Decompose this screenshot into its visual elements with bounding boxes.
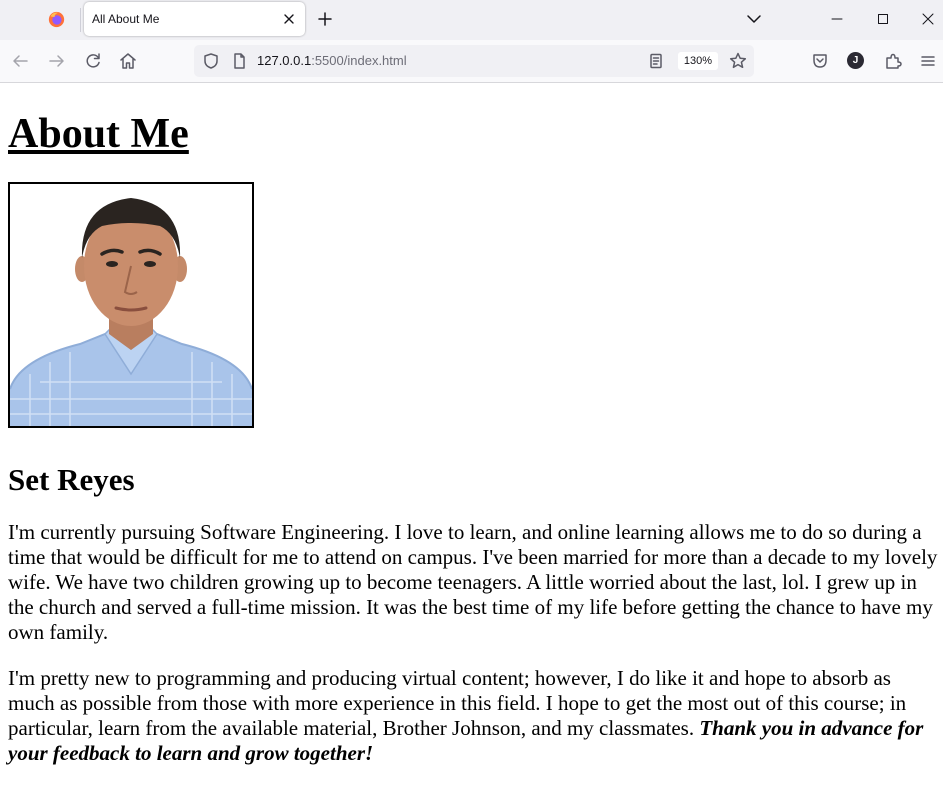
url-path: :5500/index.html (311, 53, 407, 68)
maximize-icon[interactable] (872, 8, 894, 30)
tab-strip: All About Me (0, 0, 943, 40)
bio-paragraph-2: I'm pretty new to programming and produc… (8, 666, 941, 766)
shield-icon[interactable] (202, 52, 220, 70)
tab-separator (80, 8, 81, 32)
forward-arrow-icon[interactable] (46, 50, 68, 72)
tab-title: All About Me (92, 12, 160, 26)
plus-icon[interactable] (315, 9, 335, 29)
reload-icon[interactable] (82, 50, 104, 72)
url-host: 127.0.0.1 (257, 53, 312, 68)
menu-icon[interactable] (917, 50, 939, 72)
minimize-icon[interactable] (826, 8, 848, 30)
close-window-icon[interactable] (917, 8, 939, 30)
page-icon[interactable] (230, 52, 248, 70)
star-icon[interactable] (728, 51, 748, 71)
firefox-logo-icon[interactable] (48, 11, 65, 28)
extensions-icon[interactable] (882, 50, 904, 72)
bio-paragraph-1: I'm currently pursuing Software Engineer… (8, 520, 938, 644)
tab-all-about-me[interactable]: All About Me (84, 2, 305, 36)
back-arrow-icon[interactable] (9, 50, 31, 72)
portrait-illustration (10, 184, 252, 426)
person-name-heading: Set Reyes (8, 462, 135, 497)
close-tab-icon[interactable] (280, 10, 298, 28)
account-avatar[interactable]: J (847, 52, 864, 69)
address-bar[interactable]: 127.0.0.1:5500/index.html 130% (194, 45, 754, 77)
zoom-level-button[interactable]: 130% (678, 52, 718, 70)
page-title: About Me (8, 111, 189, 157)
chevron-down-icon[interactable] (744, 9, 764, 29)
home-icon[interactable] (117, 50, 139, 72)
profile-photo (8, 182, 254, 428)
pocket-icon[interactable] (809, 50, 831, 72)
reader-view-icon[interactable] (647, 52, 665, 70)
navigation-toolbar: 127.0.0.1:5500/index.html 130% J (0, 40, 943, 83)
page-content: About Me Set Reyes I'm currently pursuin… (8, 82, 943, 766)
url-text[interactable]: 127.0.0.1:5500/index.html (257, 53, 407, 68)
